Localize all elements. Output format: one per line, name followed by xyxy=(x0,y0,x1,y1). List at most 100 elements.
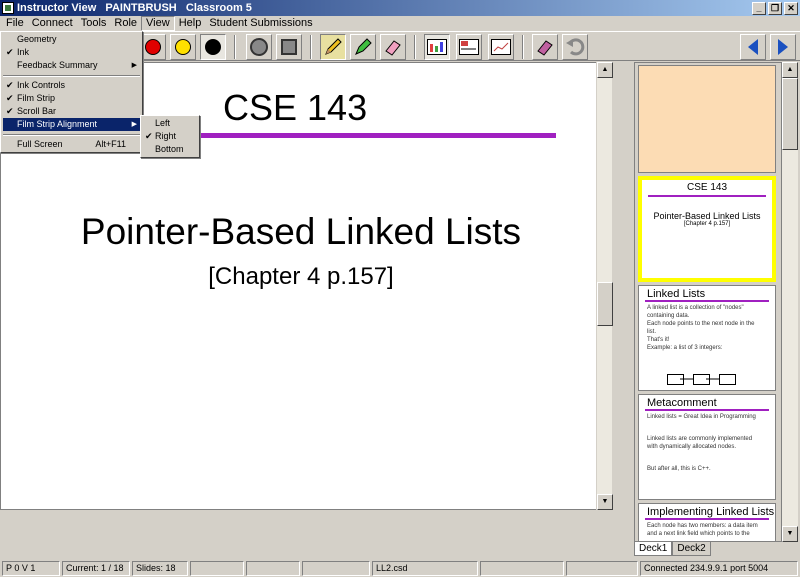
thumb-title: Linked Lists xyxy=(647,288,706,300)
slide-title-underline xyxy=(146,133,556,138)
menu-item-label: Feedback Summary xyxy=(17,60,98,70)
menu-item-shortcut: Alt+F11 xyxy=(95,139,126,149)
menu-item-ink[interactable]: ✔ Ink xyxy=(3,46,140,59)
submenu-item-right[interactable]: ✔ Right xyxy=(143,130,197,143)
menu-item-ink-controls[interactable]: ✔ Ink Controls xyxy=(3,79,140,92)
restore-button[interactable]: ❐ xyxy=(768,1,782,15)
yellow-pen-icon xyxy=(175,39,191,55)
prev-slide-icon xyxy=(748,39,758,55)
tab-deck1[interactable]: Deck1 xyxy=(634,542,673,556)
highlighter-button[interactable] xyxy=(350,34,376,60)
menu-connect[interactable]: Connect xyxy=(28,16,77,31)
deck-tabs: Deck1 Deck2 xyxy=(634,542,711,558)
erase-all-button[interactable] xyxy=(532,34,558,60)
black-pen-button[interactable] xyxy=(200,34,226,60)
toolbar-separator xyxy=(310,35,312,59)
menu-item-full-screen[interactable]: Full Screen Alt+F11 xyxy=(3,138,140,151)
submenu-item-label: Bottom xyxy=(155,144,184,154)
submenu-item-bottom[interactable]: Bottom xyxy=(143,143,197,156)
menu-item-film-strip[interactable]: ✔ Film Strip xyxy=(3,92,140,105)
filmstrip-scrollbar[interactable]: ▲ ▼ xyxy=(782,62,798,542)
filmstrip-thumb-implementing[interactable]: Implementing Linked Lists Each node has … xyxy=(638,503,776,541)
menu-tools[interactable]: Tools xyxy=(77,16,111,31)
thumb-line: Linked lists = Great Idea in Programming xyxy=(647,414,756,420)
layout-1-icon xyxy=(427,39,447,55)
menu-separator xyxy=(3,75,140,77)
layout-1-button[interactable] xyxy=(424,34,450,60)
thumb-line: Linked lists are commonly implemented xyxy=(647,436,753,442)
eraser-button[interactable] xyxy=(380,34,406,60)
circle-pen-icon xyxy=(250,38,268,56)
thumb-subheading: [Chapter 4 p.157] xyxy=(683,221,731,227)
layout-2-button[interactable] xyxy=(456,34,482,60)
menu-item-geometry[interactable]: Geometry xyxy=(3,33,140,46)
prev-slide-button[interactable] xyxy=(740,34,766,60)
thumb-line: and a next link field which points to th… xyxy=(647,531,750,537)
submenu-item-label: Left xyxy=(155,118,171,128)
menu-item-label: Scroll Bar xyxy=(17,106,57,116)
slide-subheading: [Chapter 4 p.157] xyxy=(208,263,394,290)
scroll-down-button[interactable]: ▼ xyxy=(782,526,798,542)
checkmark-icon: ✔ xyxy=(6,47,14,57)
submenu-arrow-icon: ▶ xyxy=(131,62,137,69)
menu-item-label: Geometry xyxy=(17,34,57,44)
filmstrip-thumb-blank[interactable] xyxy=(638,65,776,173)
menu-help[interactable]: Help xyxy=(175,16,206,31)
status-slide-count: Slides: 18 xyxy=(132,561,188,576)
pencil-button[interactable] xyxy=(320,34,346,60)
erase-all-icon xyxy=(537,40,553,56)
undo-button[interactable] xyxy=(562,34,588,60)
yellow-pen-button[interactable] xyxy=(170,34,196,60)
filmstrip-thumb-linked-lists[interactable]: Linked Lists A linked list is a collecti… xyxy=(638,285,776,391)
status-current-slide: Current: 1 / 18 xyxy=(62,561,130,576)
checkmark-icon: ✔ xyxy=(6,80,14,90)
menu-item-label: Ink xyxy=(17,47,30,57)
menu-student-submissions[interactable]: Student Submissions xyxy=(205,16,316,31)
thumb-line: with dynamically allocated nodes. xyxy=(647,444,737,450)
undo-icon xyxy=(566,38,585,56)
status-panel-empty xyxy=(190,561,244,576)
next-slide-icon xyxy=(778,39,788,55)
submenu-item-left[interactable]: Left xyxy=(143,117,197,130)
status-position: P 0 V 1 xyxy=(2,561,60,576)
menu-item-label: Ink Controls xyxy=(17,80,66,90)
menu-item-scroll-bar[interactable]: ✔ Scroll Bar xyxy=(3,105,140,118)
layout-3-icon xyxy=(491,39,511,55)
filmstrip-thumb-current[interactable]: CSE 143 Pointer-Based Linked Lists [Chap… xyxy=(638,176,776,282)
thumb-title: Metacomment xyxy=(647,397,717,409)
slide-scrollbar[interactable]: ▲ ▼ xyxy=(596,62,613,510)
view-menu-dropdown: Geometry ✔ Ink Feedback Summary ▶ ✔ Ink … xyxy=(0,31,143,153)
thumb-title: CSE 143 xyxy=(686,182,728,193)
scroll-thumb[interactable] xyxy=(597,282,613,326)
close-button[interactable]: ✕ xyxy=(784,1,798,15)
thumb-underline xyxy=(648,195,766,197)
menu-role[interactable]: Role xyxy=(110,16,141,31)
scroll-up-button[interactable]: ▲ xyxy=(782,62,798,78)
toolbar-separator xyxy=(234,35,236,59)
menu-item-feedback-summary[interactable]: Feedback Summary ▶ xyxy=(3,59,140,72)
thumb-line: A linked list is a collection of "nodes" xyxy=(647,305,744,311)
scroll-up-button[interactable]: ▲ xyxy=(597,62,613,78)
menu-item-film-strip-alignment[interactable]: Film Strip Alignment ▶ xyxy=(3,118,140,131)
menu-file[interactable]: File xyxy=(2,16,28,31)
next-slide-button[interactable] xyxy=(770,34,796,60)
layout-3-button[interactable] xyxy=(488,34,514,60)
status-panel-empty xyxy=(566,561,638,576)
red-pen-button[interactable] xyxy=(140,34,166,60)
thumb-title: Implementing Linked Lists xyxy=(647,506,775,518)
status-panel-empty xyxy=(246,561,300,576)
highlighter-icon xyxy=(355,38,372,55)
slide-heading: Pointer-Based Linked Lists xyxy=(80,211,522,252)
circle-pen-button[interactable] xyxy=(246,34,272,60)
film-strip[interactable]: CSE 143 Pointer-Based Linked Lists [Chap… xyxy=(634,62,782,542)
filmstrip-thumb-metacomment[interactable]: Metacomment Linked lists = Great Idea in… xyxy=(638,394,776,500)
square-pen-button[interactable] xyxy=(276,34,302,60)
layout-2-icon xyxy=(459,39,479,55)
scroll-down-button[interactable]: ▼ xyxy=(597,494,613,510)
menu-view[interactable]: View xyxy=(141,16,175,31)
film-strip-alignment-submenu: Left ✔ Right Bottom xyxy=(140,115,200,158)
minimize-button[interactable]: _ xyxy=(752,1,766,15)
tab-deck2[interactable]: Deck2 xyxy=(672,542,711,556)
thumb-body: Linked lists = Great Idea in Programming… xyxy=(639,411,775,475)
scroll-thumb[interactable] xyxy=(782,78,798,150)
